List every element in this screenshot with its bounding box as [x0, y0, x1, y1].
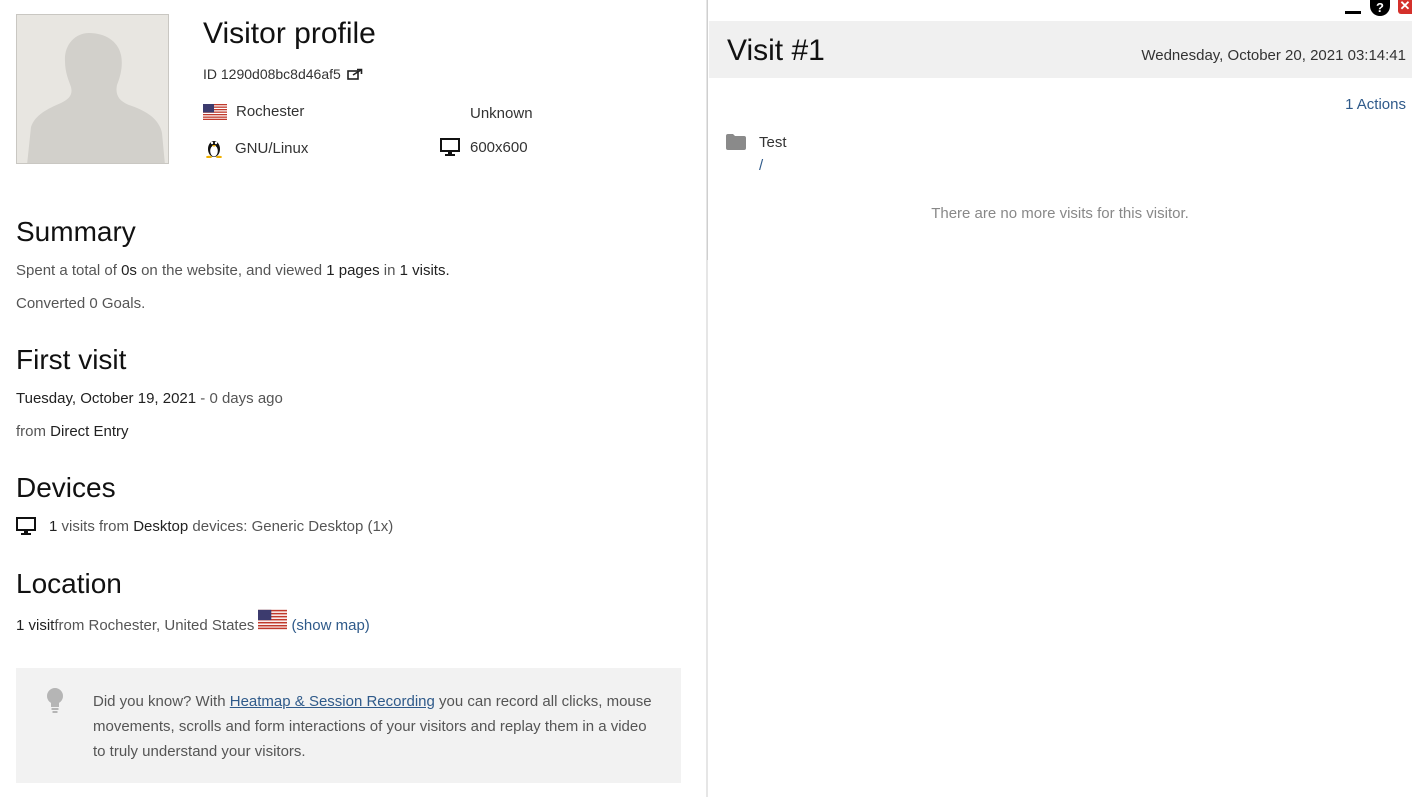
location-text-part: from Rochester, United States: [54, 617, 255, 634]
tip-text: Did you know? With Heatmap & Session Rec…: [93, 689, 663, 764]
devices-text-part: devices: Generic Desktop (1x): [188, 517, 394, 535]
close-icon[interactable]: ✕: [1398, 0, 1412, 14]
devices-text-part: visits from: [57, 517, 134, 535]
heatmap-session-recording-link[interactable]: Heatmap & Session Recording: [230, 693, 435, 710]
first-visit-source-value: Direct Entry: [50, 423, 129, 440]
first-visit-ago: - 0 days ago: [196, 390, 283, 407]
visitor-id-label: ID 1290d08bc8d46af5: [203, 66, 341, 82]
us-flag-icon: [203, 103, 227, 120]
visit-header: Visit #1 Wednesday, October 20, 2021 03:…: [709, 21, 1412, 78]
resolution-meta: 600x600: [440, 138, 528, 156]
summary-text-part: in: [379, 262, 400, 279]
location-heading: Location: [16, 568, 122, 599]
profile-header: Visitor profile ID 1290d08bc8d46af5: [203, 16, 376, 82]
folder-icon: [726, 134, 746, 150]
summary-text: Spent a total of 0s on the website, and …: [16, 262, 450, 279]
avatar-silhouette-icon: [17, 15, 168, 163]
summary-pages: 1 pages: [326, 262, 380, 279]
first-visit-from-label: from: [16, 423, 51, 440]
first-visit-source: from Direct Entry: [16, 423, 129, 440]
summary-time: 0s: [121, 262, 137, 279]
avatar: [16, 14, 169, 164]
location-count: 1 visit: [16, 617, 55, 634]
location-text: 1 visit from Rochester, United States (s…: [16, 608, 370, 634]
os-label: GNU/Linux: [235, 139, 309, 157]
first-visit-heading: First visit: [16, 344, 127, 375]
tip-box: Did you know? With Heatmap & Session Rec…: [16, 668, 681, 783]
visitor-id: ID 1290d08bc8d46af5: [203, 66, 363, 82]
page-title: Visitor profile: [203, 17, 376, 50]
devices-heading: Devices: [16, 472, 116, 503]
tip-text-part: Did you know? With: [93, 693, 230, 710]
minimize-icon[interactable]: [1344, 0, 1362, 14]
linux-icon: [206, 141, 222, 158]
visit-title: Visit #1: [727, 34, 825, 67]
unknown-meta: Unknown: [470, 105, 533, 122]
resolution-label: 600x600: [470, 138, 528, 156]
summary-goals: Converted 0 Goals.: [16, 295, 146, 312]
show-map-link[interactable]: (show map): [291, 617, 369, 634]
visitor-profile-panel: Visitor profile ID 1290d08bc8d46af5 Roch…: [0, 0, 706, 797]
action-page-url[interactable]: /: [759, 157, 763, 174]
visit-date: Wednesday, October 20, 2021 03:14:41: [1141, 47, 1406, 64]
help-icon[interactable]: ?: [1370, 0, 1390, 16]
lightbulb-icon: [47, 688, 63, 713]
summary-text-part: on the website, and viewed: [136, 262, 327, 279]
city-label: Rochester: [236, 103, 305, 120]
location-meta: Rochester: [203, 103, 304, 120]
first-visit-date: Tuesday, October 19, 2021 - 0 days ago: [16, 390, 283, 407]
devices-text: 1 visits from Desktop devices: Generic D…: [16, 517, 393, 535]
window-controls: ? ✕: [1344, 0, 1412, 16]
desktop-icon: [440, 138, 460, 156]
us-flag-icon: [258, 609, 288, 630]
action-page-title: Test: [759, 134, 787, 151]
summary-text-part: Spent a total of: [16, 262, 122, 279]
first-visit-date-value: Tuesday, October 19, 2021: [16, 390, 197, 407]
desktop-icon: [16, 517, 36, 535]
os-meta: GNU/Linux: [205, 138, 308, 158]
summary-visits: 1 visits.: [399, 262, 450, 279]
no-more-visits-message: There are no more visits for this visito…: [931, 205, 1189, 222]
actions-count-link[interactable]: 1 Actions: [1345, 96, 1406, 113]
summary-heading: Summary: [16, 216, 136, 247]
external-link-icon[interactable]: [346, 68, 363, 80]
devices-type: Desktop: [133, 517, 189, 535]
